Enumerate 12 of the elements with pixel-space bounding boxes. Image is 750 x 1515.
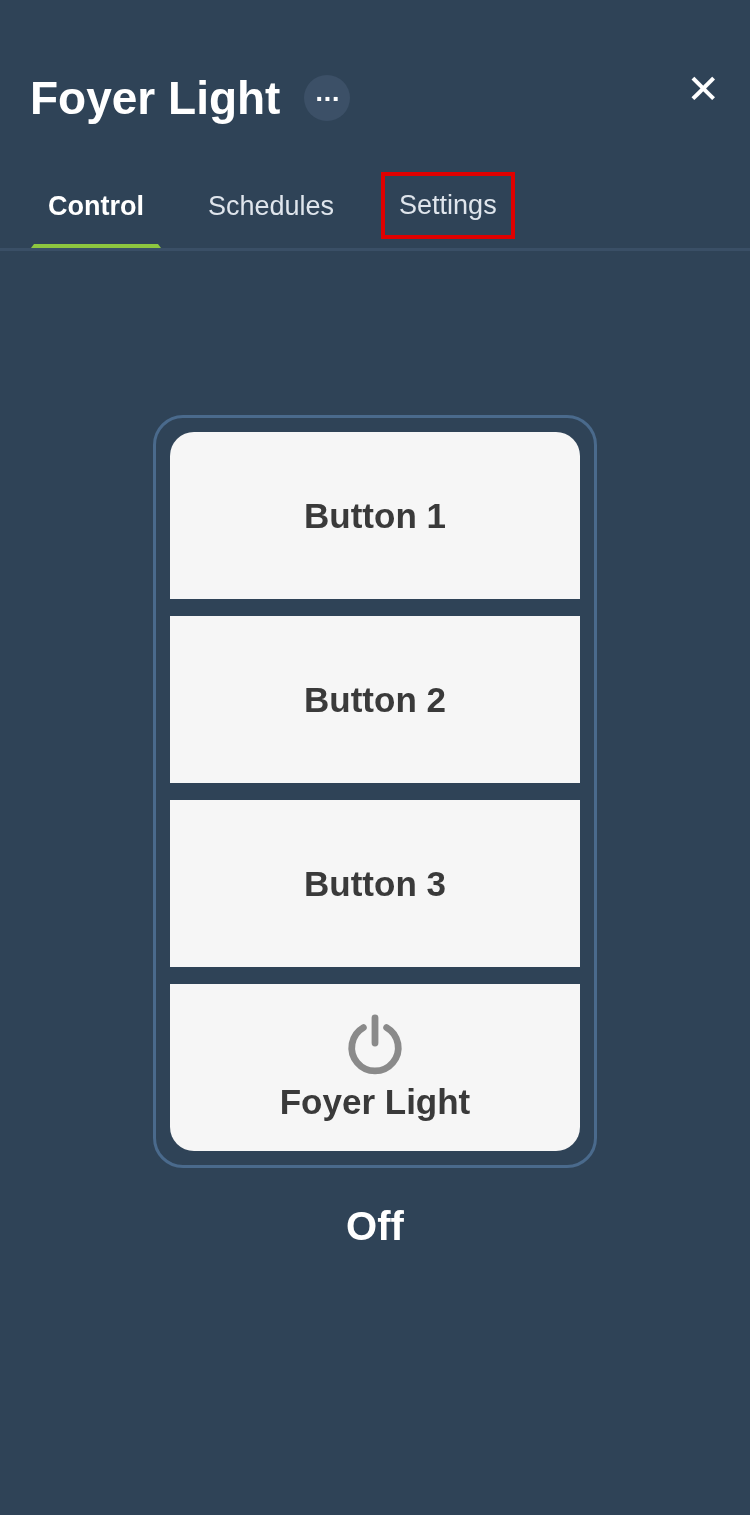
tab[interactable]: Schedules — [191, 172, 352, 248]
status-text: Off — [346, 1204, 404, 1249]
keypad-button[interactable]: Button 1 — [170, 432, 580, 599]
keypad-button[interactable]: Button 2 — [170, 616, 580, 783]
power-button[interactable]: Foyer Light — [170, 984, 580, 1151]
tab[interactable]: Settings — [381, 172, 515, 239]
more-button[interactable]: ··· — [304, 75, 351, 121]
keypad-button[interactable]: Button 3 — [170, 800, 580, 967]
tab[interactable]: Control — [31, 172, 161, 248]
device-title: Foyer Light — [30, 71, 281, 125]
close-button[interactable]: ✕ — [686, 66, 720, 112]
button-label: Foyer Light — [279, 1081, 471, 1122]
